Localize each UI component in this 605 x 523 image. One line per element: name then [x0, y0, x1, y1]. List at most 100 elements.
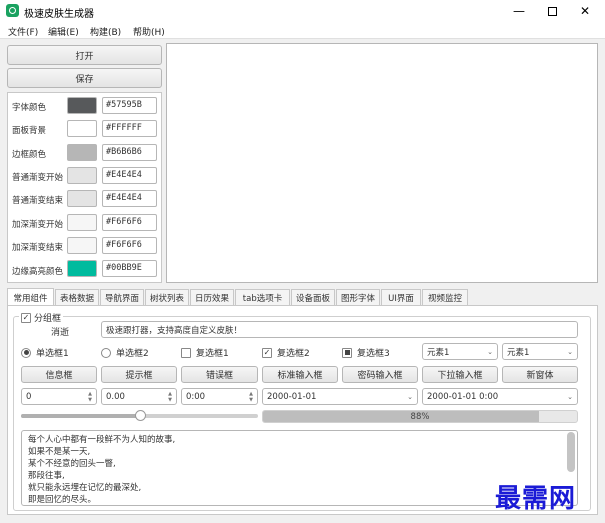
- color-label-dark-end: 加深渐变结束: [12, 243, 64, 253]
- color-label-normal-start: 普通渐变开始: [12, 173, 64, 183]
- radio-button-1[interactable]: 单选框1: [21, 346, 69, 359]
- open-button[interactable]: 打开: [7, 45, 162, 65]
- swatch-normal-end[interactable]: [67, 190, 97, 207]
- swatch-dark-start[interactable]: [67, 214, 97, 231]
- color-label-normal-end: 普通渐变结束: [12, 196, 64, 206]
- watermark-logo: 最需网: [495, 484, 577, 514]
- menu-build[interactable]: 构建(B): [90, 25, 121, 38]
- slider-fill: [21, 414, 140, 418]
- hex-input-dark-end[interactable]: #F6F6F6: [102, 237, 157, 254]
- checkmark-icon[interactable]: ✓: [21, 312, 31, 323]
- password-input-button[interactable]: 密码输入框: [342, 366, 418, 383]
- hex-input-panel-bg[interactable]: #FFFFFF: [102, 120, 157, 137]
- app-logo-icon: [6, 4, 19, 17]
- message-input[interactable]: 极速跟打器，支持高度自定义皮肤！: [101, 321, 578, 338]
- tab-device-panel[interactable]: 设备面板: [291, 289, 335, 305]
- radio-selected-icon: [21, 347, 31, 358]
- close-icon[interactable]: ✕: [568, 0, 602, 22]
- group-box-label: 分组框: [34, 314, 62, 324]
- group-box-title[interactable]: ✓ 分组框: [19, 311, 64, 324]
- vertical-scrollbar[interactable]: [567, 432, 575, 472]
- minimize-icon[interactable]: —: [502, 0, 536, 22]
- menu-file[interactable]: 文件(F): [8, 25, 38, 38]
- chevron-down-icon: ⌄: [567, 347, 573, 356]
- checkbox-3[interactable]: 复选框3: [342, 346, 390, 359]
- hex-input-normal-end[interactable]: #E4E4E4: [102, 190, 157, 207]
- combo-box-1[interactable]: 元素1 ⌄: [422, 343, 498, 360]
- hex-input-normal-start[interactable]: #E4E4E4: [102, 167, 157, 184]
- checkbox-1[interactable]: 复选框1: [181, 346, 229, 359]
- spin-arrows-icon[interactable]: ▲ ▼: [88, 391, 92, 403]
- tab-table-data[interactable]: 表格数据: [55, 289, 99, 305]
- swatch-normal-start[interactable]: [67, 167, 97, 184]
- new-window-button[interactable]: 新窗体: [502, 366, 578, 383]
- radio-1-label: 单选框1: [36, 349, 69, 359]
- hex-input-border-color[interactable]: #B6B6B6: [102, 144, 157, 161]
- slider-handle[interactable]: [135, 410, 146, 421]
- text-line: 每个人心中都有一段鲜不为人知的故事,: [28, 435, 176, 445]
- standard-input-button[interactable]: 标准输入框: [262, 366, 338, 383]
- chevron-down-icon: ⌄: [407, 392, 413, 401]
- checkbox-2[interactable]: ✓ 复选框2: [262, 346, 310, 359]
- dropdown-input-button[interactable]: 下拉输入框: [422, 366, 498, 383]
- time-edit[interactable]: 0:00 ▲ ▼: [181, 388, 258, 405]
- progress-bar: 88%: [262, 410, 578, 423]
- info-dialog-button[interactable]: 信息框: [21, 366, 97, 383]
- combo-1-value: 元素1: [427, 347, 450, 358]
- menu-edit[interactable]: 编辑(E): [48, 25, 79, 38]
- swatch-panel-bg[interactable]: [67, 120, 97, 137]
- color-label-panel-bg: 面板背景: [12, 126, 47, 136]
- save-button[interactable]: 保存: [7, 68, 162, 88]
- spin-arrows-icon[interactable]: ▲ ▼: [249, 391, 253, 403]
- swatch-dark-end[interactable]: [67, 237, 97, 254]
- tab-tree-list[interactable]: 树状列表: [145, 289, 189, 305]
- window-title: 极速皮肤生成器: [24, 9, 94, 20]
- text-line: 那段往事,: [28, 471, 65, 481]
- text-line: 如果不是某一天,: [28, 447, 91, 457]
- hex-input-dark-start[interactable]: #F6F6F6: [102, 214, 157, 231]
- swatch-font-color[interactable]: [67, 97, 97, 114]
- color-label-dark-start: 加深渐变开始: [12, 220, 64, 230]
- hex-input-highlight-color[interactable]: #00BB9E: [102, 260, 157, 277]
- progress-text: 88%: [410, 411, 430, 422]
- message-label: 消逝: [51, 328, 70, 338]
- chevron-down-icon: ⌄: [567, 392, 573, 401]
- spin-arrows-icon[interactable]: ▲ ▼: [168, 391, 172, 403]
- swatch-highlight-color[interactable]: [67, 260, 97, 277]
- combo-box-2[interactable]: 元素1 ⌄: [502, 343, 578, 360]
- text-line: 某个不经意的回头一瞥,: [28, 459, 116, 469]
- checkbox-1-label: 复选框1: [196, 349, 229, 359]
- tab-tab-widget[interactable]: tab选项卡: [235, 289, 290, 305]
- checkbox-3-label: 复选框3: [357, 349, 390, 359]
- double-spinbox[interactable]: 0.00 ▲ ▼: [101, 388, 177, 405]
- time-edit-value: 0:00: [186, 391, 206, 402]
- tip-dialog-button[interactable]: 提示框: [101, 366, 177, 383]
- datetime-edit[interactable]: 2000-01-01 0:00 ⌄: [422, 388, 578, 405]
- radio-unselected-icon: [101, 347, 111, 358]
- tab-ui[interactable]: UI界面: [381, 289, 421, 305]
- datetime-edit-value: 2000-01-01 0:00: [427, 391, 499, 402]
- tab-navigation[interactable]: 导航界面: [100, 289, 144, 305]
- tab-icon-font[interactable]: 图形字体: [336, 289, 380, 305]
- int-spinbox[interactable]: 0 ▲ ▼: [21, 388, 97, 405]
- maximize-icon[interactable]: [535, 0, 569, 22]
- menu-help[interactable]: 帮助(H): [133, 25, 165, 38]
- int-spinbox-value: 0: [26, 391, 32, 402]
- tab-common-widgets[interactable]: 常用组件: [7, 288, 54, 306]
- tab-video-monitor[interactable]: 视频监控: [422, 289, 468, 305]
- radio-button-2[interactable]: 单选框2: [101, 346, 149, 359]
- color-label-highlight: 边缘高亮颜色: [12, 267, 64, 277]
- color-label-font: 字体颜色: [12, 103, 47, 113]
- combo-2-value: 元素1: [507, 347, 530, 358]
- checkbox-2-label: 复选框2: [277, 349, 310, 359]
- preview-canvas: [166, 43, 598, 283]
- radio-2-label: 单选框2: [116, 349, 149, 359]
- swatch-border-color[interactable]: [67, 144, 97, 161]
- error-dialog-button[interactable]: 错误框: [181, 366, 258, 383]
- checkbox-checked-icon: ✓: [262, 347, 272, 358]
- date-edit[interactable]: 2000-01-01 ⌄: [262, 388, 418, 405]
- hex-input-font-color[interactable]: #57595B: [102, 97, 157, 114]
- chevron-down-icon: ⌄: [487, 347, 493, 356]
- tab-calendar[interactable]: 日历效果: [190, 289, 234, 305]
- checkbox-unchecked-icon: [181, 347, 191, 358]
